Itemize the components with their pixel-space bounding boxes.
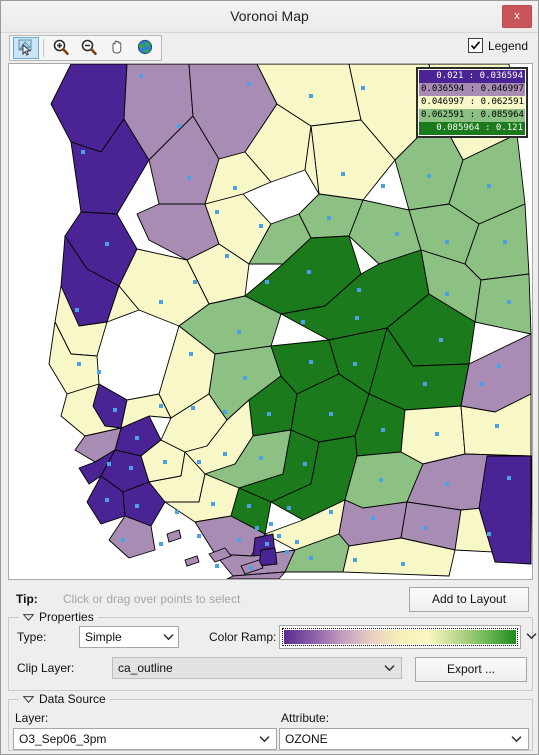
type-select-value: Simple [85, 630, 122, 644]
properties-group-header[interactable]: Properties [19, 610, 98, 624]
attribute-select[interactable]: OZONE [279, 728, 529, 750]
zoom-in-tool-button[interactable] [48, 37, 74, 59]
zoom-out-tool-button[interactable] [76, 37, 102, 59]
data-source-group-title: Data Source [39, 692, 106, 706]
checkbox-box[interactable] [467, 38, 483, 53]
color-ramp-select[interactable] [279, 625, 521, 649]
color-ramp-chevron-down-icon[interactable] [526, 632, 537, 640]
window-titlebar: Voronoi Map x [1, 1, 538, 33]
properties-group: Properties Type: Simple Color Ramp: Clip… [8, 610, 537, 691]
attribute-select-value: OZONE [285, 732, 328, 746]
map-legend: 0.021 : 0.036594 0.036594 : 0.046997 0.0… [416, 67, 528, 138]
voronoi-map-graphic[interactable] [9, 64, 532, 579]
clip-layer-select[interactable]: ca_outline [112, 657, 402, 679]
layer-select-value: O3_Sep06_3pm [19, 732, 107, 746]
collapse-triangle-icon [23, 695, 34, 703]
clip-layer-label: Clip Layer: [17, 661, 75, 675]
toolbar-separator [43, 39, 44, 57]
attribute-label: Attribute: [281, 711, 330, 725]
legend-class-3: 0.062591 : 0.085964 [419, 109, 525, 122]
select-tool-button[interactable] [13, 37, 39, 59]
legend-class-2: 0.046997 : 0.062591 [419, 96, 525, 109]
color-ramp-gradient [284, 630, 516, 644]
zoom-in-icon [52, 38, 70, 59]
add-to-layout-button[interactable]: Add to Layout [409, 587, 529, 612]
check-icon [470, 40, 481, 51]
chevron-down-icon [259, 735, 270, 743]
globe-icon [136, 38, 154, 59]
color-ramp-label: Color Ramp: [209, 630, 277, 644]
legend-class-0: 0.021 : 0.036594 [419, 70, 525, 83]
chevron-down-icon [163, 633, 174, 641]
full-extent-tool-button[interactable] [132, 37, 158, 59]
legend-checkbox-label: Legend [487, 38, 528, 53]
toolbar-row: Legend [1, 33, 538, 61]
chevron-down-icon [384, 664, 395, 672]
tip-text: Click or drag over points to select [63, 592, 241, 606]
collapse-triangle-icon [23, 613, 34, 621]
window-title: Voronoi Map [230, 8, 309, 24]
type-select[interactable]: Simple [79, 626, 179, 648]
layer-select[interactable]: O3_Sep06_3pm [13, 728, 277, 750]
pan-hand-icon [108, 38, 126, 59]
clip-layer-value: ca_outline [118, 661, 173, 675]
color-ramp-selection-outline [282, 628, 518, 646]
chevron-down-icon [511, 735, 522, 743]
type-label: Type: [17, 630, 47, 644]
legend-class-1: 0.036594 : 0.046997 [419, 83, 525, 96]
legend-checkbox[interactable]: Legend [467, 38, 528, 53]
zoom-out-icon [80, 38, 98, 59]
properties-group-title: Properties [39, 610, 94, 624]
voronoi-map-window: Voronoi Map x Legend 0.021: 0.036594 0.… [0, 0, 539, 755]
select-arrow-icon [17, 38, 35, 59]
layer-label: Layer: [15, 711, 49, 725]
legend-class-4: 0.085964 : 0.121 [419, 122, 525, 135]
map-toolbar [9, 35, 162, 61]
tip-label: Tip: [16, 592, 38, 606]
export-button[interactable]: Export ... [415, 657, 527, 682]
pan-tool-button[interactable] [104, 37, 130, 59]
close-button[interactable]: x [502, 5, 532, 28]
map-canvas[interactable]: 0.021 : 0.036594 0.036594 : 0.046997 0.0… [8, 63, 533, 580]
data-source-group-header[interactable]: Data Source [19, 692, 110, 706]
data-source-group: Data Source Layer: O3_Sep06_3pm Attribut… [8, 692, 533, 751]
